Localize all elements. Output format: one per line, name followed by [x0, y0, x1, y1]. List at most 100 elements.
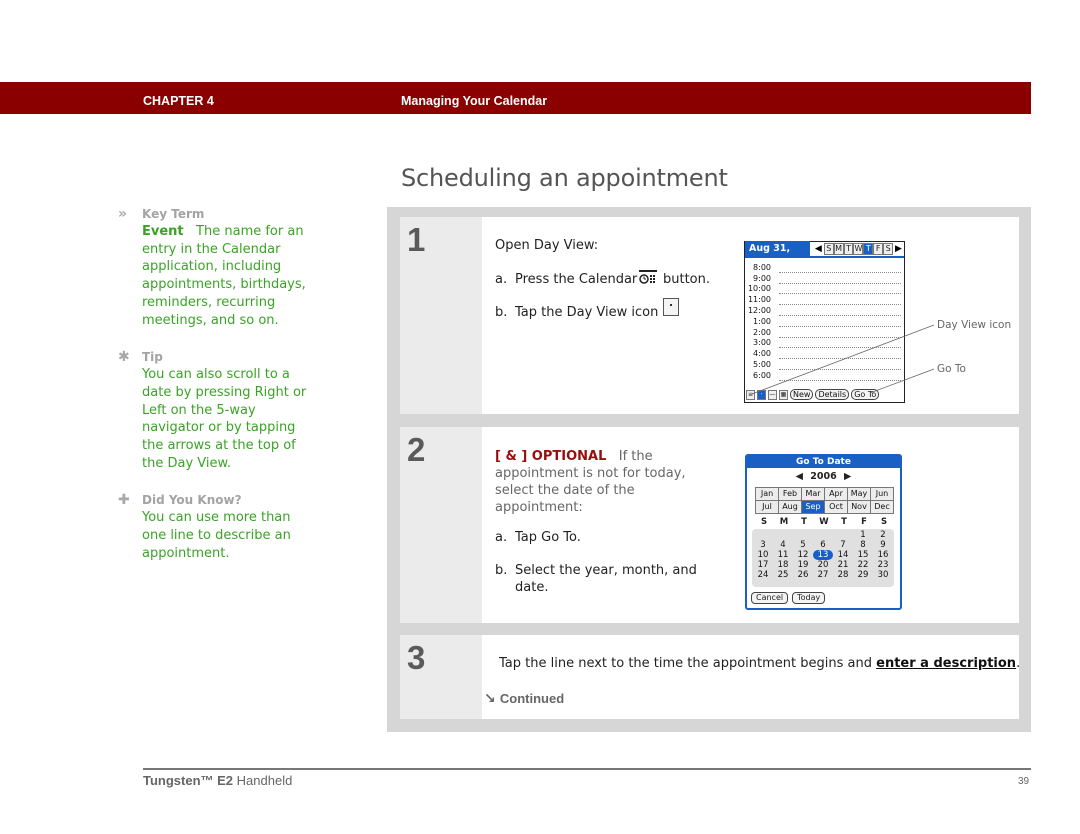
- time-label: 9:00: [753, 273, 771, 283]
- month-cell-selected[interactable]: Sep: [802, 501, 825, 514]
- month-cell[interactable]: Dec: [871, 501, 894, 514]
- date-cell[interactable]: 2: [873, 530, 893, 540]
- month-cell[interactable]: Nov: [848, 501, 871, 514]
- tip-line: You can also scroll to a: [142, 367, 290, 383]
- optional-text: appointment is not for today,: [495, 466, 686, 481]
- time-slot[interactable]: 3:00: [745, 338, 904, 349]
- continued-indicator: ↘ Continued: [484, 691, 564, 707]
- date-cell-empty: [833, 530, 853, 540]
- agenda-view-icon[interactable]: ≡: [746, 389, 755, 400]
- date-cell[interactable]: 17: [753, 560, 773, 570]
- month-cell[interactable]: May: [848, 488, 871, 501]
- date-cell[interactable]: 20: [813, 560, 833, 570]
- date-cell-selected[interactable]: 13: [813, 550, 833, 560]
- optional-text: If the: [618, 449, 653, 464]
- day-selector[interactable]: W: [853, 243, 864, 255]
- time-slot[interactable]: 9:00: [745, 273, 904, 284]
- week-view-icon[interactable]: —: [768, 389, 777, 400]
- sidebar: » Key Term Event The name for an entry i…: [118, 205, 313, 582]
- date-cell[interactable]: 3: [753, 540, 773, 550]
- time-slot[interactable]: 5:00: [745, 359, 904, 370]
- day-selector[interactable]: M: [833, 243, 844, 255]
- time-slot[interactable]: 1:00: [745, 316, 904, 327]
- chapter-header-bar: CHAPTER 4 Managing Your Calendar: [0, 82, 1031, 114]
- time-label: 8:00: [753, 262, 771, 272]
- month-cell[interactable]: Aug: [779, 501, 802, 514]
- next-year-arrow-icon[interactable]: ▶: [844, 471, 851, 482]
- date-cell[interactable]: 4: [773, 540, 793, 550]
- time-label: 6:00: [753, 370, 771, 380]
- date-cell[interactable]: 21: [833, 560, 853, 570]
- weekday-label: M: [779, 517, 789, 527]
- day-selector[interactable]: S: [883, 243, 894, 255]
- month-cell[interactable]: Mar: [802, 488, 825, 501]
- date-cell[interactable]: 29: [853, 570, 873, 580]
- date-cell[interactable]: 15: [853, 550, 873, 560]
- date-cell[interactable]: 28: [833, 570, 853, 580]
- double-chevron-icon: »: [118, 206, 128, 222]
- month-cell[interactable]: Apr: [825, 488, 848, 501]
- date-cell[interactable]: 1: [853, 530, 873, 540]
- day-selector[interactable]: T: [843, 243, 854, 255]
- date-cell[interactable]: 23: [873, 560, 893, 570]
- time-label: 1:00: [753, 316, 771, 326]
- optional-text: select the date of the: [495, 483, 635, 498]
- day-selector[interactable]: S: [823, 243, 834, 255]
- time-slot[interactable]: 8:00: [745, 262, 904, 273]
- date-cell[interactable]: 24: [753, 570, 773, 580]
- go-to-button[interactable]: Go To: [851, 389, 880, 400]
- time-slot[interactable]: 10:00: [745, 284, 904, 295]
- prev-week-arrow-icon[interactable]: ◀: [815, 244, 822, 254]
- time-slot[interactable]: 11:00: [745, 294, 904, 306]
- time-label: 2:00: [753, 327, 771, 337]
- month-cell[interactable]: Jul: [756, 501, 779, 514]
- day-selector[interactable]: F: [873, 243, 884, 255]
- date-cell[interactable]: 30: [873, 570, 893, 580]
- key-term-line: entry in the Calendar: [142, 241, 281, 257]
- prev-year-arrow-icon[interactable]: ◀: [796, 471, 803, 482]
- date-cell[interactable]: 11: [773, 550, 793, 560]
- month-cell[interactable]: Feb: [779, 488, 802, 501]
- tip-line: the Day View.: [142, 455, 232, 471]
- month-cell[interactable]: Oct: [825, 501, 848, 514]
- page-title: Scheduling an appointment: [401, 164, 728, 192]
- product-suffix: Handheld: [233, 773, 293, 788]
- date-cell[interactable]: 8: [853, 540, 873, 550]
- time-slot[interactable]: 2:00: [745, 327, 904, 338]
- date-cell[interactable]: 16: [873, 550, 893, 560]
- product-name: Tungsten™ E2: [143, 773, 234, 788]
- date-cell[interactable]: 22: [853, 560, 873, 570]
- date-cell[interactable]: 18: [773, 560, 793, 570]
- key-term-body: Event The name for an entry in the Calen…: [142, 223, 313, 329]
- next-week-arrow-icon[interactable]: ▶: [895, 244, 902, 254]
- date-cell[interactable]: 12: [793, 550, 813, 560]
- time-slot[interactable]: 4:00: [745, 348, 904, 360]
- date-cell[interactable]: 26: [793, 570, 813, 580]
- date-cell[interactable]: 5: [793, 540, 813, 550]
- day-selector-active[interactable]: T: [863, 243, 874, 255]
- cancel-button[interactable]: Cancel: [751, 592, 789, 604]
- month-cell[interactable]: Jan: [756, 488, 779, 501]
- date-cell[interactable]: 25: [773, 570, 793, 580]
- date-cell[interactable]: 10: [753, 550, 773, 560]
- date-cell[interactable]: 19: [793, 560, 813, 570]
- optional-note: [ & ] OPTIONAL If the appointment is not…: [495, 448, 686, 516]
- date-cell[interactable]: 6: [813, 540, 833, 550]
- enter-description-link[interactable]: enter a description: [876, 656, 1016, 671]
- month-view-icon[interactable]: ▦: [779, 389, 788, 400]
- date-cell[interactable]: 7: [833, 540, 853, 550]
- today-button[interactable]: Today: [792, 592, 826, 604]
- day-view-icon: [663, 298, 679, 316]
- date-cell[interactable]: 27: [813, 570, 833, 580]
- weekday-label: S: [760, 517, 768, 527]
- details-button[interactable]: Details: [815, 389, 850, 400]
- date-cell[interactable]: 14: [833, 550, 853, 560]
- month-cell[interactable]: Jun: [871, 488, 894, 501]
- step-a-prefix: a.: [495, 272, 508, 287]
- time-slot[interactable]: 12:00: [745, 305, 904, 316]
- time-slot[interactable]: 6:00: [745, 370, 904, 381]
- date-cell[interactable]: 9: [873, 540, 893, 550]
- new-button[interactable]: New: [790, 389, 814, 400]
- day-view-toggle-icon[interactable]: ·: [757, 389, 766, 400]
- step-intro: Open Day View:: [495, 238, 599, 253]
